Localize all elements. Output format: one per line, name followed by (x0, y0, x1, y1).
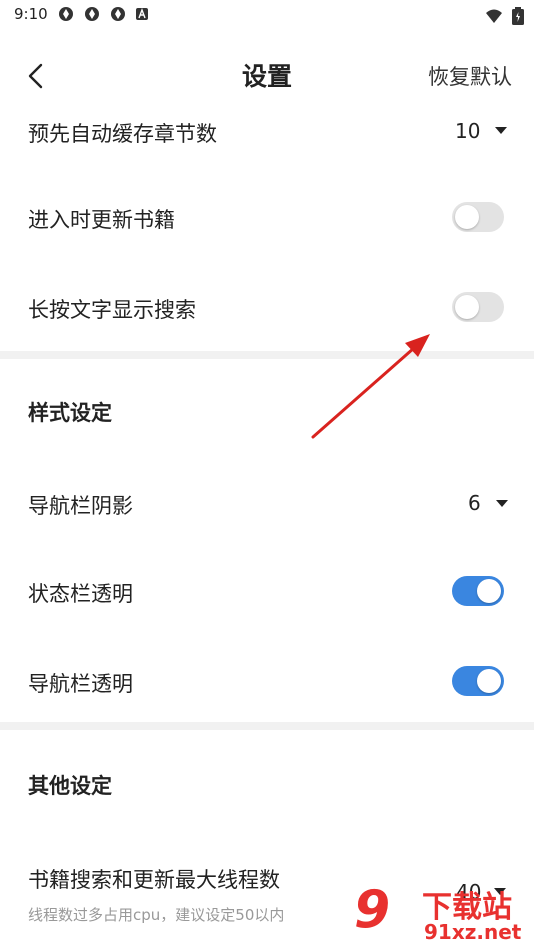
update-on-enter-toggle[interactable] (452, 202, 504, 232)
wifi-icon (485, 9, 502, 23)
dropdown-caret-icon[interactable] (495, 127, 507, 134)
watermark-mark: 9 (354, 880, 391, 940)
app-bar: 设置 恢复默认 (0, 30, 534, 122)
watermark-logo: 9 下载站 91xz.net (354, 878, 534, 950)
setting-description: 线程数过多占用cpu，建议设定50以内 (28, 906, 285, 924)
setting-label: 导航栏透明 (28, 672, 133, 696)
reset-defaults-button[interactable]: 恢复默认 (428, 61, 512, 91)
setting-value: 6 (468, 491, 481, 515)
setting-label: 书籍搜索和更新最大线程数 (28, 868, 280, 892)
notification-icon (85, 7, 99, 21)
status-time: 9:10 (14, 5, 48, 23)
setting-label: 预先自动缓存章节数 (28, 122, 217, 146)
navbar-transparent-toggle[interactable] (452, 666, 504, 696)
watermark-domain: 91xz.net (424, 920, 522, 944)
setting-value: 10 (455, 122, 481, 143)
section-divider (0, 351, 534, 359)
toggle-knob (455, 295, 479, 319)
section-divider (0, 722, 534, 730)
notification-icon (111, 7, 125, 21)
status-bar: 9:10 (0, 0, 534, 30)
status-right (485, 5, 524, 25)
setting-label: 导航栏阴影 (28, 494, 133, 518)
setting-prefetch-chapters[interactable]: 预先自动缓存章节数 10 (0, 122, 534, 156)
setting-navbar-shadow[interactable]: 导航栏阴影 6 (0, 458, 534, 548)
section-title-style: 样式设定 (28, 401, 112, 425)
statusbar-transparent-toggle[interactable] (452, 576, 504, 606)
setting-longpress-search[interactable]: 长按文字显示搜索 (0, 262, 534, 352)
setting-label: 进入时更新书籍 (28, 208, 175, 232)
setting-label: 状态栏透明 (28, 582, 133, 606)
longpress-search-toggle[interactable] (452, 292, 504, 322)
setting-label: 长按文字显示搜索 (28, 298, 196, 322)
setting-update-on-enter[interactable]: 进入时更新书籍 (0, 172, 534, 262)
setting-navbar-transparent[interactable]: 导航栏透明 (0, 636, 534, 726)
setting-statusbar-transparent[interactable]: 状态栏透明 (0, 546, 534, 636)
section-title-other: 其他设定 (28, 774, 112, 798)
dropdown-caret-icon[interactable] (496, 500, 508, 507)
a-icon (136, 8, 148, 20)
settings-list: 预先自动缓存章节数 10 进入时更新书籍 长按文字显示搜索 样式设定 导航栏阴影… (0, 122, 534, 950)
battery-icon (512, 6, 524, 25)
toggle-knob (477, 669, 501, 693)
toggle-knob (477, 579, 501, 603)
toggle-knob (455, 205, 479, 229)
notification-icon (59, 7, 73, 21)
